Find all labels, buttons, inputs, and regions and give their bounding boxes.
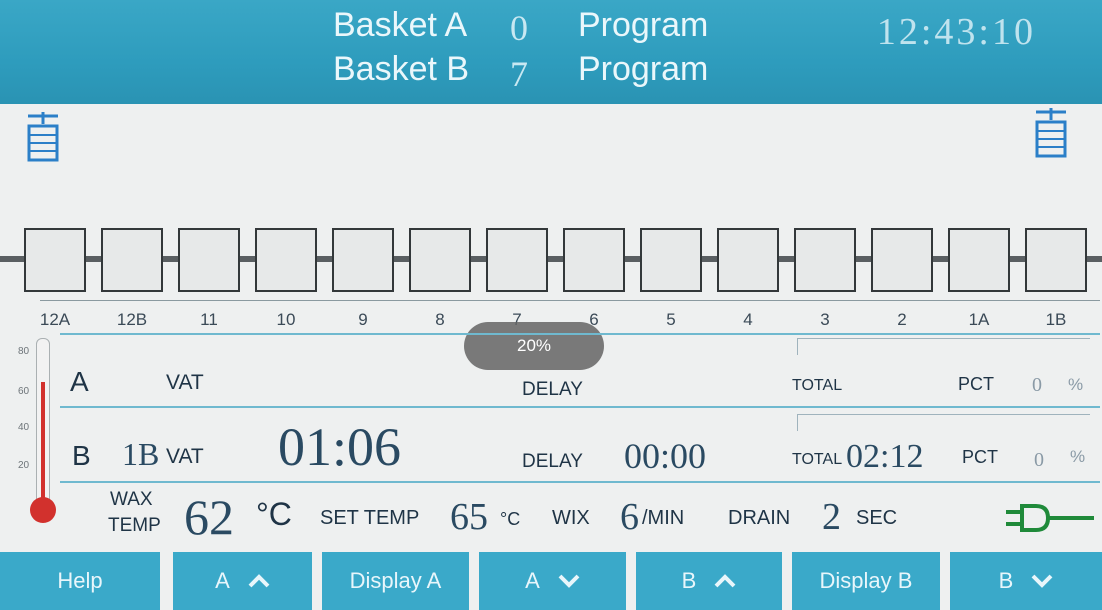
basket-b-program: Program (578, 50, 709, 88)
separator (60, 333, 1100, 335)
basket-a-icon[interactable] (26, 112, 60, 162)
tank-7[interactable] (486, 228, 548, 292)
tank-12a[interactable] (24, 228, 86, 292)
drain-unit: SEC (856, 507, 898, 529)
display-a-label: Display A (349, 568, 442, 593)
display-b-button[interactable]: Display B (792, 552, 940, 610)
thermo-tick: 40 (18, 422, 30, 433)
tank-label: 11 (200, 310, 218, 329)
drain-value: 2 (822, 496, 841, 538)
help-button[interactable]: Help (0, 552, 160, 610)
basket-b-icon[interactable] (1034, 108, 1068, 158)
chevron-up-icon (714, 574, 736, 588)
transfer-pipe (0, 256, 1102, 262)
progress-indicator: 20% (464, 322, 604, 370)
tank-label: 2 (897, 310, 907, 329)
tank-label: 1B (1045, 310, 1067, 329)
row-b-pct-unit: % (1070, 447, 1086, 466)
chevron-up-icon (248, 574, 270, 588)
row-a-pct-value: 0 (1032, 374, 1042, 396)
tank-label: 3 (820, 310, 830, 329)
display-a-button[interactable]: Display A (322, 552, 469, 610)
a-up-label: A (215, 568, 230, 593)
tank-6[interactable] (563, 228, 625, 292)
row-a-letter: A (70, 366, 89, 397)
tank-5[interactable] (640, 228, 702, 292)
set-temp-label: SET TEMP (320, 507, 420, 529)
b-up-button[interactable]: B (636, 552, 782, 610)
wax-temp: 62 (184, 489, 234, 545)
b-down-button[interactable]: B (950, 552, 1102, 610)
row-b-letter: B (72, 440, 91, 471)
wix-unit: /MIN (642, 507, 685, 529)
display-b-label: Display B (819, 568, 913, 593)
wix-label: WIX (552, 507, 590, 529)
wax-temp-unit: °C (256, 496, 292, 532)
tank-label: 10 (276, 310, 296, 329)
basket-a-label: Basket A (333, 6, 468, 44)
tank-11[interactable] (178, 228, 240, 292)
tank-12b[interactable] (101, 228, 163, 292)
tank-10[interactable] (255, 228, 317, 292)
tank-2[interactable] (871, 228, 933, 292)
row-a-total-bracket (797, 338, 1090, 355)
tank-label: 4 (743, 310, 753, 329)
thermo-tick: 80 (18, 346, 30, 357)
row-a-total-label: TOTAL (792, 377, 843, 394)
row-b-total-label: TOTAL (792, 451, 843, 468)
basket-b-label: Basket B (333, 50, 470, 88)
plug-icon[interactable] (1006, 503, 1096, 533)
tank-label: 9 (358, 310, 368, 329)
tank-label: 8 (435, 310, 445, 329)
tank-label: 12A (39, 310, 71, 329)
row-b-vat-time: 01:06 (278, 417, 402, 477)
row-a-vat-label: VAT (166, 371, 204, 394)
wax-label-line1: WAX (110, 489, 153, 510)
basket-b-value: 7 (510, 54, 528, 94)
tank-8[interactable] (409, 228, 471, 292)
row-b-vat-label: VAT (166, 445, 204, 468)
basket-a-program: Program (578, 6, 709, 44)
drain-label: DRAIN (728, 507, 791, 529)
b-down-label: B (998, 568, 1014, 593)
wax-label-line2: TEMP (108, 515, 161, 536)
chevron-down-icon (558, 574, 580, 588)
basket-a-value: 0 (510, 8, 528, 48)
help-button-label: Help (57, 568, 103, 593)
tank-label: 1A (968, 310, 990, 329)
tank-label: 5 (666, 310, 676, 329)
thermo-tick: 60 (18, 386, 30, 397)
tank-3[interactable] (794, 228, 856, 292)
separator (60, 406, 1100, 408)
separator (60, 481, 1100, 483)
tank-1b[interactable] (1025, 228, 1087, 292)
row-a-pct-label: PCT (958, 374, 994, 394)
row-a-pct-unit: % (1068, 375, 1084, 394)
row-a-delay-label: DELAY (522, 379, 583, 400)
header-bar: Basket A 0 Program Basket B 7 Program 12… (0, 0, 1102, 104)
a-down-label: A (525, 568, 540, 593)
row-b-tank: 1B (122, 436, 160, 472)
row-b-delay-time: 00:00 (624, 436, 707, 476)
set-temp-value: 65 (450, 496, 488, 538)
tank-4[interactable] (717, 228, 779, 292)
a-up-button[interactable]: A (173, 552, 312, 610)
tank-1a[interactable] (948, 228, 1010, 292)
tank-base-line (40, 300, 1100, 301)
row-b-pct-label: PCT (962, 447, 998, 467)
a-down-button[interactable]: A (479, 552, 626, 610)
touch-screen: Basket A 0 Program Basket B 7 Program 12… (0, 0, 1102, 610)
row-b-total-time: 02:12 (846, 438, 924, 475)
tank-9[interactable] (332, 228, 394, 292)
row-b-pct-value: 0 (1034, 449, 1044, 471)
clock-time: 12:43:10 (876, 11, 1036, 53)
row-b-total-bracket (797, 414, 1090, 431)
b-up-label: B (681, 568, 697, 593)
thermo-tick: 20 (18, 460, 30, 471)
tank-label: 12B (116, 310, 148, 329)
set-temp-unit: °C (500, 509, 521, 529)
wix-value: 6 (620, 496, 639, 538)
row-b-delay-label: DELAY (522, 451, 583, 472)
chevron-down-icon (1031, 574, 1053, 588)
